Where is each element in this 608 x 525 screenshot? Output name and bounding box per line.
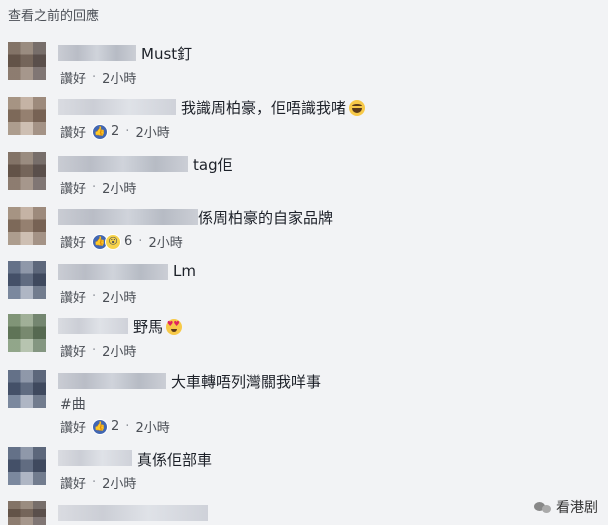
like-link[interactable]: 讚好 xyxy=(60,68,86,87)
avatar[interactable] xyxy=(8,152,46,190)
avatar[interactable] xyxy=(8,501,46,525)
blurred-author-name[interactable] xyxy=(58,209,198,225)
comment-meta: 讚好 👍 😮 6 · 2小時 xyxy=(60,232,183,251)
blurred-author-name[interactable] xyxy=(58,318,128,334)
avatar[interactable] xyxy=(8,261,46,299)
watermark-label: 看港剧 xyxy=(556,500,598,516)
separator: · xyxy=(125,419,130,434)
timestamp[interactable]: 2小時 xyxy=(148,232,182,251)
separator: · xyxy=(138,234,143,249)
comment-hashtag[interactable]: #曲 xyxy=(60,394,86,414)
avatar[interactable] xyxy=(8,370,46,408)
like-link[interactable]: 讚好 xyxy=(60,122,86,141)
reaction-summary[interactable]: 👍 😮 6 xyxy=(92,233,133,250)
comment-meta: 讚好 · 2小時 xyxy=(60,473,136,492)
blurred-author-name[interactable] xyxy=(58,450,132,466)
avatar[interactable] xyxy=(8,207,46,245)
separator: · xyxy=(125,124,130,139)
wechat-icon xyxy=(534,500,552,514)
like-link[interactable]: 讚好 xyxy=(60,473,86,492)
avatar[interactable] xyxy=(8,314,46,352)
separator: · xyxy=(92,343,97,358)
reaction-count: 2 xyxy=(111,124,120,139)
heart-eyes-emoji-icon xyxy=(166,319,183,335)
timestamp[interactable]: 2小時 xyxy=(102,178,136,197)
like-link[interactable]: 讚好 xyxy=(60,232,86,251)
comment-text: 大車轉唔列灣關我咩事 xyxy=(171,373,322,391)
comment-meta: 讚好 👍 2 · 2小時 xyxy=(60,122,170,141)
like-link[interactable]: 讚好 xyxy=(60,178,86,197)
avatar[interactable] xyxy=(8,447,46,485)
like-link[interactable]: 讚好 xyxy=(60,417,86,436)
comment-text: tag佢 xyxy=(193,156,233,174)
comment-text: 係周柏豪的自家品牌 xyxy=(198,209,334,227)
timestamp[interactable]: 2小時 xyxy=(102,473,136,492)
laughing-emoji-icon xyxy=(349,100,366,116)
comment-text: 我識周柏豪，佢唔識我啫 xyxy=(181,97,366,118)
reaction-count: 2 xyxy=(111,419,120,434)
blurred-author-name[interactable] xyxy=(58,99,176,115)
blurred-author-name[interactable] xyxy=(58,45,136,61)
avatar[interactable] xyxy=(8,42,46,80)
like-link[interactable]: 讚好 xyxy=(60,341,86,360)
watermark: 看港剧 xyxy=(534,497,598,517)
separator: · xyxy=(92,475,97,490)
timestamp[interactable]: 2小時 xyxy=(102,341,136,360)
timestamp[interactable]: 2小時 xyxy=(135,417,169,436)
separator: · xyxy=(92,180,97,195)
comment-meta: 讚好 👍 2 · 2小時 xyxy=(60,417,170,436)
comment-meta: 讚好 · 2小時 xyxy=(60,178,136,197)
blurred-author-name[interactable] xyxy=(58,505,208,521)
separator: · xyxy=(92,70,97,85)
comment-text: 野馬 xyxy=(133,316,183,337)
timestamp[interactable]: 2小時 xyxy=(135,122,169,141)
comment-body: 我識周柏豪，佢唔識我啫 xyxy=(181,99,347,117)
view-previous-comments-link[interactable]: 查看之前的回應 xyxy=(8,5,99,24)
comment-text: Lm xyxy=(173,262,196,280)
thumbs-up-icon: 👍 xyxy=(92,418,109,435)
comment-text: Must釘 xyxy=(141,45,193,63)
comment-meta: 讚好 · 2小時 xyxy=(60,287,136,306)
reaction-summary[interactable]: 👍 2 xyxy=(92,418,120,435)
avatar[interactable] xyxy=(8,97,46,135)
comment-meta: 讚好 · 2小時 xyxy=(60,68,136,87)
reaction-summary[interactable]: 👍 2 xyxy=(92,123,120,140)
wow-icon: 😮 xyxy=(105,233,122,250)
blurred-author-name[interactable] xyxy=(58,264,168,280)
separator: · xyxy=(92,289,97,304)
blurred-author-name[interactable] xyxy=(58,156,188,172)
comment-body: 野馬 xyxy=(133,318,164,336)
timestamp[interactable]: 2小時 xyxy=(102,287,136,306)
comment-text: 真係佢部車 xyxy=(137,451,213,469)
comment-meta: 讚好 · 2小時 xyxy=(60,341,136,360)
reaction-count: 6 xyxy=(124,234,133,249)
thumbs-up-icon: 👍 xyxy=(92,123,109,140)
timestamp[interactable]: 2小時 xyxy=(102,68,136,87)
blurred-author-name[interactable] xyxy=(58,373,166,389)
like-link[interactable]: 讚好 xyxy=(60,287,86,306)
